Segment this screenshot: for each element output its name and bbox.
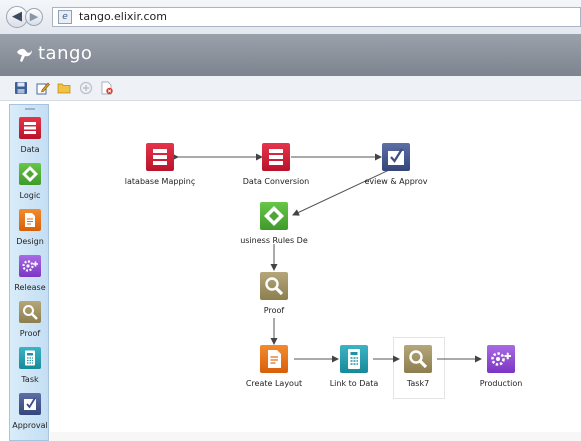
address-bar[interactable]: e tango.elixir.com [52,7,581,27]
node-database-mapping[interactable]: latabase Mappinç [125,143,195,186]
task-icon [19,347,41,369]
approval-icon [382,143,410,171]
proof-icon [19,301,41,323]
save-icon[interactable] [14,81,28,95]
data-icon [146,143,174,171]
palette-label-logic: Logic [19,191,41,200]
palette-grip[interactable] [25,108,35,113]
node-data-conversion[interactable]: Data Conversion [243,143,309,186]
palette-item-design[interactable]: Design [10,209,50,254]
tango-logo-icon [17,48,32,62]
site-favicon-icon: e [58,10,72,24]
workflow-canvas[interactable] [50,101,581,441]
palette-label-proof: Proof [19,329,41,338]
node-production[interactable]: Production [480,345,522,388]
node-create-layout[interactable]: Create Layout [246,345,302,388]
palette-label-release: Release [14,283,46,292]
palette-item-data[interactable]: Data [10,117,50,162]
palette-item-proof[interactable]: Proof [10,301,50,346]
palette-item-task[interactable]: Task [10,347,50,392]
brand-name: tango [38,43,93,64]
palette-item-release[interactable]: Release [10,255,50,300]
logic-icon [260,202,288,230]
url-text: tango.elixir.com [79,10,167,23]
node-label: eview & Approv [364,177,428,186]
design-icon [19,209,41,231]
nav-buttons: ◀ ▶ [6,6,50,28]
node-label: Data Conversion [242,177,310,186]
data-icon [262,143,290,171]
design-icon [260,345,288,373]
palette-item-logic[interactable]: Logic [10,163,50,208]
release-icon [19,255,41,277]
proof-icon [260,272,288,300]
palette-label-task: Task [21,375,39,384]
node-label: Production [479,379,523,388]
palette-label-approval: Approval [12,421,48,430]
palette-label-design: Design [16,237,44,246]
component-palette: Data Logic Design Release Proof Task App… [9,104,49,441]
release-icon [487,345,515,373]
node-review-approve[interactable]: eview & Approv [364,143,428,186]
node-label: latabase Mappinç [124,177,196,186]
forward-button[interactable]: ▶ [25,8,43,26]
add-icon[interactable] [79,81,93,95]
proof-icon [404,345,432,373]
palette-label-data: Data [20,145,40,154]
node-link-to-data[interactable]: Link to Data [330,345,378,388]
edit-icon[interactable] [36,81,50,95]
palette-item-approval[interactable]: Approval [10,393,50,438]
folder-icon[interactable] [57,81,71,95]
app-header: tango [0,34,581,76]
node-business-rules[interactable]: usiness Rules De [240,202,308,245]
node-proof[interactable]: Proof [260,272,288,315]
logic-icon [19,163,41,185]
node-label: usiness Rules De [240,236,308,245]
canvas-horizontal-scrollbar[interactable] [50,432,581,441]
data-icon [19,117,41,139]
node-task7[interactable]: Task7 [404,345,432,388]
delete-icon[interactable] [100,81,114,95]
main-toolbar [0,76,581,101]
browser-toolbar: ◀ ▶ e tango.elixir.com [0,0,581,35]
approval-icon [19,393,41,415]
node-label: Proof [263,306,285,315]
task-icon [340,345,368,373]
